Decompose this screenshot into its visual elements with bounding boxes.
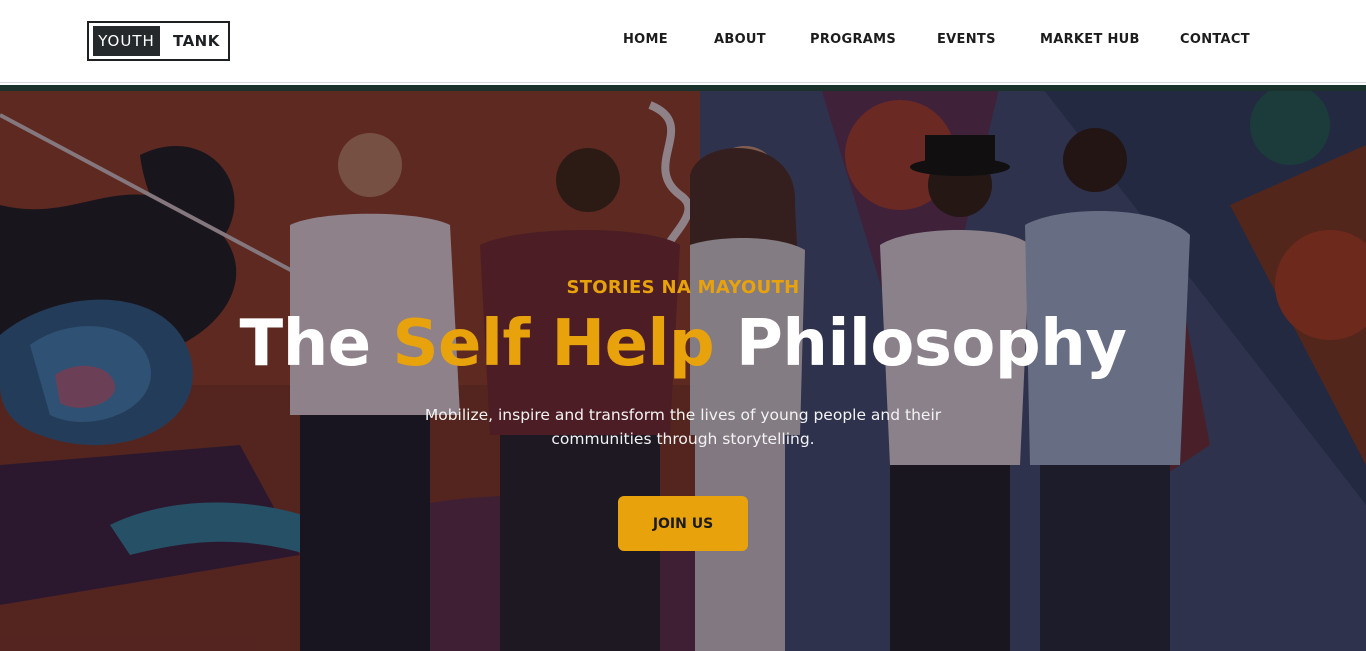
nav-market-hub[interactable]: MARKET HUB (1040, 31, 1140, 49)
hero-subtitle: Mobilize, inspire and transform the live… (424, 406, 942, 448)
nav-events[interactable]: EVENTS (937, 31, 996, 49)
site-logo[interactable]: YOUTH TANK (87, 21, 230, 61)
hero-section: STORIES NA MAYOUTH The Self Help Philoso… (0, 85, 1366, 651)
nav-about[interactable]: ABOUT (714, 31, 766, 49)
nav-programs[interactable]: PROGRAMS (810, 31, 896, 49)
headline-highlight: Self Help (392, 307, 715, 381)
site-header: YOUTH TANK HOME ABOUT PROGRAMS EVENTS MA… (0, 0, 1366, 83)
join-us-button[interactable]: JOIN US (618, 496, 748, 551)
headline-part1: The (239, 307, 372, 381)
nav-contact[interactable]: CONTACT (1180, 31, 1250, 49)
headline-part2: Philosophy (736, 307, 1127, 381)
hero-headline: The Self Help Philosophy (0, 307, 1366, 381)
hero-eyebrow: STORIES NA MAYOUTH (566, 277, 800, 298)
logo-tank: TANK (173, 32, 220, 50)
nav-home[interactable]: HOME (623, 31, 668, 49)
logo-youth: YOUTH (93, 26, 160, 56)
